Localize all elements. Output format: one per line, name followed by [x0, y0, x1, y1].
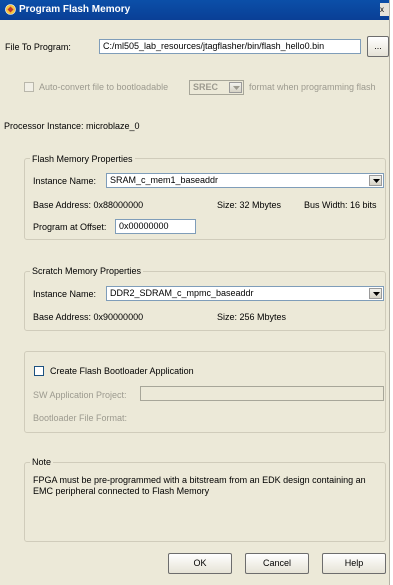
scratch-instance-label: Instance Name:: [33, 289, 97, 299]
flash-size: Size: 32 Mbytes: [217, 200, 282, 210]
program-flash-dialog: Program Flash Memory x File To Program: …: [0, 0, 390, 585]
flash-instance-select[interactable]: SRAM_c_mem1_baseaddr: [106, 173, 384, 188]
scratch-memory-group: [24, 271, 386, 331]
flash-memory-title: Flash Memory Properties: [30, 154, 135, 164]
ok-button[interactable]: OK: [168, 553, 232, 574]
chevron-down-icon: [229, 82, 242, 93]
help-button[interactable]: Help: [322, 553, 386, 574]
file-path-field[interactable]: C:/ml505_lab_resources/jtagflasher/bin/f…: [99, 39, 361, 54]
program-offset-field[interactable]: 0x00000000: [115, 219, 196, 234]
xilinx-app-icon: [5, 4, 16, 15]
browse-button[interactable]: ...: [367, 36, 389, 57]
scratch-instance-select[interactable]: DDR2_SDRAM_c_mpmc_baseaddr: [106, 286, 384, 301]
processor-instance: Processor Instance: microblaze_0: [4, 121, 140, 131]
file-to-program-label: File To Program:: [5, 42, 71, 52]
title-bar[interactable]: Program Flash Memory x: [0, 0, 389, 20]
sw-project-label: SW Application Project:: [33, 390, 127, 400]
auto-convert-label: Auto-convert file to bootloadable: [39, 82, 169, 92]
auto-convert-checkbox[interactable]: [24, 82, 34, 92]
program-offset-label: Program at Offset:: [33, 222, 107, 232]
sw-project-field[interactable]: [140, 386, 384, 401]
scratch-size: Size: 256 Mbytes: [217, 312, 287, 322]
flash-instance-label: Instance Name:: [33, 176, 97, 186]
close-button[interactable]: x: [380, 3, 389, 16]
cancel-button[interactable]: Cancel: [245, 553, 309, 574]
chevron-down-icon: [369, 288, 382, 299]
format-select-value: SREC: [193, 82, 219, 92]
create-bootloader-checkbox[interactable]: [34, 366, 44, 376]
note-text: FPGA must be pre-programmed with a bitst…: [33, 475, 366, 496]
scratch-instance-value: DDR2_SDRAM_c_mpmc_baseaddr: [110, 288, 254, 298]
format-select[interactable]: SREC: [189, 80, 244, 95]
note-group: [24, 462, 386, 542]
note-title: Note: [30, 457, 54, 467]
create-bootloader-label: Create Flash Bootloader Application: [50, 366, 194, 376]
scratch-memory-title: Scratch Memory Properties: [30, 266, 144, 276]
auto-convert-suffix: format when programming flash: [249, 82, 376, 92]
scratch-base-address: Base Address: 0x90000000: [33, 312, 144, 322]
flash-base-address: Base Address: 0x88000000: [33, 200, 144, 210]
bootloader-format-label: Bootloader File Format:: [33, 413, 128, 423]
window-title: Program Flash Memory: [19, 4, 131, 15]
flash-instance-value: SRAM_c_mem1_baseaddr: [110, 175, 219, 185]
chevron-down-icon: [369, 175, 382, 186]
flash-bus-width: Bus Width: 16 bits: [304, 200, 377, 210]
